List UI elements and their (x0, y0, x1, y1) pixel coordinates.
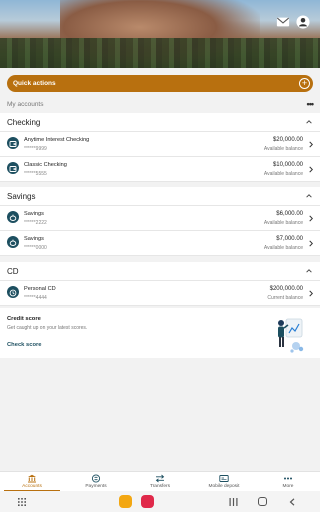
chevron-right-icon (309, 141, 313, 148)
balance-label: Current balance (267, 295, 303, 301)
account-amount: $7,000.00 (276, 236, 303, 242)
credit-score-illustration-icon (278, 318, 304, 353)
tab-accounts[interactable]: Accounts (0, 472, 64, 491)
check-deposit-icon (219, 475, 229, 482)
tab-payments[interactable]: Payments (64, 472, 128, 491)
plus-circle-icon: + (299, 78, 310, 89)
section-header[interactable]: Savings (0, 187, 320, 206)
back-icon[interactable] (289, 498, 295, 506)
account-name: Classic Checking (24, 162, 67, 168)
tab-label: Accounts (22, 484, 42, 489)
transfer-icon (155, 474, 165, 483)
account-row[interactable]: Savings ******0000 $7,000.00 Available b… (0, 231, 320, 256)
section-title: CD (7, 266, 19, 276)
account-row[interactable]: Personal CD ******4444 $200,000.00 Curre… (0, 281, 320, 306)
header-banner (0, 0, 320, 68)
home-button-icon[interactable] (258, 497, 267, 506)
chevron-right-icon (309, 215, 313, 222)
files-app-icon[interactable] (119, 495, 132, 508)
check-score-link[interactable]: Check score (7, 342, 41, 348)
app-grid-icon[interactable] (18, 498, 26, 506)
my-accounts-label: My accounts (7, 100, 44, 108)
account-amount: $6,000.00 (276, 211, 303, 217)
tab-mobile-deposit[interactable]: Mobile deposit (192, 472, 256, 491)
account-amount: $10,000.00 (272, 162, 303, 168)
account-number: ******0000 (24, 245, 47, 251)
section-header[interactable]: Checking (0, 113, 320, 132)
wallet-icon (7, 137, 19, 149)
bottom-tab-bar: Accounts Payments Transfers Mobile depos… (0, 471, 320, 491)
credit-score-card: Credit score Get caught up on your lates… (0, 308, 320, 358)
account-number: ******4444 (24, 295, 47, 301)
payments-icon (91, 474, 101, 483)
account-number: ******9999 (24, 146, 47, 152)
section-title: Savings (7, 191, 36, 201)
chevron-right-icon (309, 166, 313, 173)
tab-label: Payments (85, 484, 107, 489)
more-options-icon[interactable]: ••• (307, 99, 315, 108)
user-icon[interactable] (296, 15, 310, 29)
account-row[interactable]: Anytime Interest Checking ******9999 $20… (0, 132, 320, 157)
balance-label: Available balance (263, 220, 303, 226)
balance-label: Available balance (263, 146, 303, 152)
camera-app-icon[interactable] (141, 495, 154, 508)
clock-icon (7, 286, 19, 298)
section-header[interactable]: CD (0, 262, 320, 281)
credit-score-title: Credit score (7, 316, 41, 322)
account-name: Personal CD (24, 286, 56, 292)
chevron-right-icon (309, 290, 313, 297)
piggy-bank-icon (7, 211, 19, 223)
account-amount: $20,000.00 (272, 137, 303, 143)
section-savings: Savings Savings ******2222 $6,000.00 Ava… (0, 187, 320, 256)
account-row[interactable]: Savings ******2222 $6,000.00 Available b… (0, 206, 320, 231)
chevron-up-icon[interactable] (305, 118, 313, 126)
quick-actions-label: Quick actions (13, 80, 56, 87)
tab-label: Transfers (149, 484, 171, 489)
balance-label: Available balance (263, 171, 303, 177)
piggy-bank-icon (7, 236, 19, 248)
recent-apps-icon[interactable] (229, 498, 238, 506)
chevron-up-icon[interactable] (305, 192, 313, 200)
wallet-icon (7, 162, 19, 174)
account-row[interactable]: Classic Checking ******5555 $10,000.00 A… (0, 157, 320, 182)
section-cd: CD Personal CD ******4444 $200,000.00 Cu… (0, 262, 320, 306)
my-accounts-header: My accounts ••• (7, 99, 315, 109)
mail-icon[interactable] (276, 15, 290, 29)
tab-label: More (282, 484, 294, 489)
tab-label: Mobile deposit (208, 484, 240, 489)
account-name: Anytime Interest Checking (24, 137, 90, 143)
chevron-up-icon[interactable] (305, 267, 313, 275)
quick-actions-button[interactable]: Quick actions + (7, 75, 313, 92)
tab-more[interactable]: More (256, 472, 320, 491)
account-number: ******2222 (24, 220, 47, 226)
credit-score-subtitle: Get caught up on your latest scores. (7, 325, 88, 331)
account-number: ******5555 (24, 171, 47, 177)
bank-icon (28, 474, 36, 483)
tab-transfers[interactable]: Transfers (128, 472, 192, 491)
chevron-right-icon (309, 240, 313, 247)
system-nav-bar (0, 491, 320, 512)
more-dots-icon (284, 477, 292, 480)
section-title: Checking (7, 117, 41, 127)
section-checking: Checking Anytime Interest Checking *****… (0, 113, 320, 182)
balance-label: Available balance (263, 245, 303, 251)
account-amount: $200,000.00 (269, 286, 303, 292)
account-name: Savings (24, 211, 44, 217)
account-name: Savings (24, 236, 44, 242)
